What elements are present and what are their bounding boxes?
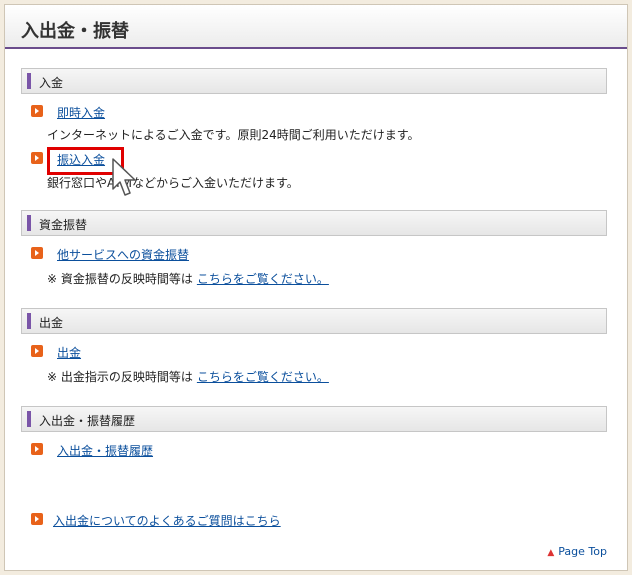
- section-title: 出金: [39, 316, 64, 330]
- arrow-right-icon: [31, 443, 43, 455]
- hand-cursor-icon: [112, 158, 136, 196]
- arrow-right-icon: [31, 345, 43, 357]
- fund-transfer-note: ※ 資金振替の反映時間等は こちらをご覧ください。: [47, 270, 329, 287]
- instant-deposit-link[interactable]: 即時入金: [57, 104, 105, 121]
- arrow-right-icon: [31, 152, 43, 164]
- page-title: 入出金・振替: [21, 21, 129, 42]
- withdraw-details-link[interactable]: こちらをご覧ください。: [197, 370, 329, 384]
- section-title: 入出金・振替履歴: [39, 414, 136, 428]
- section-accent: [27, 411, 31, 427]
- triangle-up-icon: ▲: [547, 548, 555, 558]
- withdraw-note-text: ※ 出金指示の反映時間等は: [47, 370, 193, 384]
- arrow-right-icon: [31, 105, 43, 117]
- page-top-label: Page Top: [558, 545, 607, 558]
- faq-link[interactable]: 入出金についてのよくあるご質問はこちら: [53, 512, 281, 529]
- section-accent: [27, 73, 31, 89]
- section-header-fund-transfer: 資金振替: [21, 210, 607, 236]
- section-title: 入金: [39, 76, 64, 90]
- content-panel: 入出金・振替 入金 即時入金 インターネットによるご入金です。原則24時間ご利用…: [4, 4, 628, 571]
- fund-transfer-link[interactable]: 他サービスへの資金振替: [57, 246, 189, 263]
- fund-transfer-note-text: ※ 資金振替の反映時間等は: [47, 272, 193, 286]
- section-header-withdraw: 出金: [21, 308, 607, 334]
- arrow-right-icon: [31, 513, 43, 525]
- withdraw-note: ※ 出金指示の反映時間等は こちらをご覧ください。: [47, 368, 329, 385]
- instant-deposit-description: インターネットによるご入金です。原則24時間ご利用いただけます。: [47, 128, 420, 142]
- transfer-deposit-description: 銀行窓口やATMなどからご入金いただけます。: [47, 176, 299, 190]
- section-accent: [27, 313, 31, 329]
- page-header: 入出金・振替: [5, 5, 627, 49]
- section-title: 資金振替: [39, 218, 88, 232]
- arrow-right-icon: [31, 247, 43, 259]
- section-header-deposit: 入金: [21, 68, 607, 94]
- fund-transfer-details-link[interactable]: こちらをご覧ください。: [197, 272, 329, 286]
- withdraw-link[interactable]: 出金: [57, 344, 81, 361]
- section-accent: [27, 215, 31, 231]
- history-link[interactable]: 入出金・振替履歴: [57, 442, 153, 459]
- section-header-history: 入出金・振替履歴: [21, 406, 607, 432]
- page-top-link[interactable]: ▲ Page Top: [547, 545, 607, 558]
